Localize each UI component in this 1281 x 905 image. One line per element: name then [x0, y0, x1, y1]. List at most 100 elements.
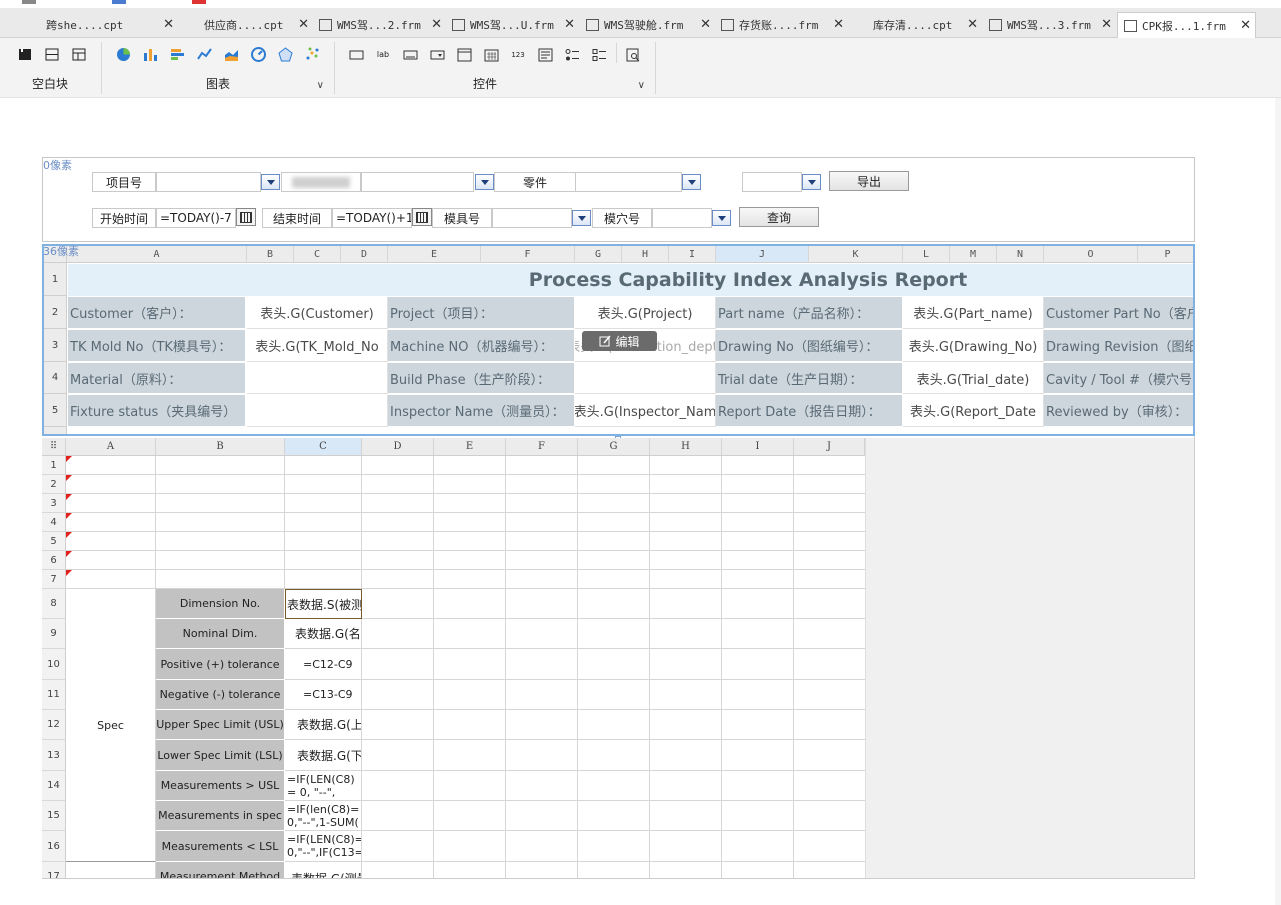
- tab-close-icon[interactable]: ✕: [1240, 18, 1251, 33]
- line-chart-icon[interactable]: [196, 47, 212, 62]
- cavity-input[interactable]: [652, 208, 712, 228]
- material-value[interactable]: [247, 363, 388, 394]
- customer-value[interactable]: 表头.G(Customer): [247, 297, 388, 329]
- end-time-input[interactable]: =TODAY()+1: [332, 208, 412, 228]
- col-header-h[interactable]: H: [622, 246, 669, 263]
- drawing-no-label[interactable]: Drawing No（图纸编号）：: [716, 330, 903, 362]
- mold-dropdown-button[interactable]: [572, 210, 591, 226]
- trial-date-value[interactable]: 表头.G(Trial_date): [903, 363, 1044, 394]
- col-header-d[interactable]: D: [341, 246, 388, 263]
- tab-close-icon[interactable]: ✕: [967, 17, 978, 32]
- grid-block-icon[interactable]: [71, 47, 87, 62]
- row-header-2[interactable]: 2: [44, 296, 67, 329]
- query-button[interactable]: 查询: [739, 207, 819, 227]
- tab-0[interactable]: 跨she....cpt ✕: [22, 12, 178, 469]
- project-dropdown-button[interactable]: [261, 174, 280, 190]
- report-date-value[interactable]: 表头.G(Report_Date: [903, 395, 1044, 427]
- material-label[interactable]: Material（原料）：: [68, 363, 246, 394]
- tab-close-icon[interactable]: ✕: [163, 17, 174, 32]
- link-icon[interactable]: [112, 0, 126, 4]
- col-header-f[interactable]: F: [481, 246, 575, 263]
- inspector-label[interactable]: Inspector Name（测量员）：: [388, 395, 575, 427]
- date-picker-icon[interactable]: [483, 47, 499, 62]
- listbox-icon[interactable]: [456, 47, 472, 62]
- machine-no-label[interactable]: Machine NO（机器编号）：: [388, 330, 575, 362]
- drawing-no-value[interactable]: 表头.G(Drawing_No): [903, 330, 1044, 362]
- secondary-dropdown-button[interactable]: [475, 174, 494, 190]
- col-header-k[interactable]: K: [809, 246, 903, 263]
- customer-part-label[interactable]: Customer Part No（客户: [1044, 297, 1193, 329]
- fixture-status-label[interactable]: Fixture status（夹具编号）: [68, 395, 246, 427]
- col-header-l[interactable]: L: [903, 246, 950, 263]
- label-icon[interactable]: lab: [375, 47, 391, 62]
- search-widget-icon[interactable]: [625, 47, 641, 62]
- part-name-label[interactable]: Part name（产品名称）：: [716, 297, 903, 329]
- mold-no-value[interactable]: 表头.G(TK_Mold_No: [247, 330, 388, 362]
- col-header-g[interactable]: G: [575, 246, 622, 263]
- mold-input[interactable]: [492, 208, 572, 228]
- tab-4[interactable]: WMS驾驶舱.frm ✕: [580, 12, 715, 38]
- project-input[interactable]: [156, 172, 261, 192]
- build-phase-label[interactable]: Build Phase（生产阶段）：: [388, 363, 575, 394]
- input-icon[interactable]: [402, 47, 418, 62]
- scatter-chart-icon[interactable]: [304, 47, 320, 62]
- inspector-value[interactable]: 表头.G(Inspector_Nam: [575, 395, 716, 427]
- textbox-icon[interactable]: [348, 47, 364, 62]
- col-header-j[interactable]: J: [716, 246, 809, 263]
- gauge-chart-icon[interactable]: [250, 47, 266, 62]
- report-title[interactable]: Process Capability Index Analysis Report: [68, 264, 1193, 296]
- blank-input[interactable]: [742, 172, 802, 192]
- split-block-icon[interactable]: [44, 47, 60, 62]
- tab-6[interactable]: 库存清....cpt ✕: [849, 12, 982, 469]
- chevron-down-icon[interactable]: ∨: [638, 80, 645, 91]
- tab-3[interactable]: WMS驾...U.frm ✕: [446, 12, 579, 38]
- radio-group-icon[interactable]: [564, 47, 580, 62]
- end-calendar-icon[interactable]: [412, 208, 432, 226]
- col-header-o[interactable]: O: [1044, 246, 1138, 263]
- fixture-status-value[interactable]: [247, 395, 388, 427]
- col-header-b[interactable]: B: [247, 246, 294, 263]
- hbar-chart-icon[interactable]: [169, 47, 185, 62]
- tab-5[interactable]: 存货账....frm ✕: [715, 12, 848, 38]
- col-header-i[interactable]: I: [669, 246, 716, 263]
- edit-button[interactable]: 编辑: [582, 331, 657, 351]
- row-header-4[interactable]: 4: [44, 362, 67, 394]
- chevron-down-icon[interactable]: ∨: [317, 80, 324, 91]
- pie-chart-icon[interactable]: [115, 47, 131, 62]
- mold-no-label[interactable]: TK Mold No（TK模具号）：: [68, 330, 246, 362]
- col-header-n[interactable]: N: [997, 246, 1044, 263]
- radar-chart-icon[interactable]: [277, 47, 293, 62]
- build-phase-value[interactable]: [575, 363, 716, 394]
- tab-close-icon[interactable]: ✕: [700, 17, 711, 32]
- blank-dropdown-button[interactable]: [802, 174, 821, 190]
- tab-close-icon[interactable]: ✕: [298, 17, 309, 32]
- bar-chart-icon[interactable]: [142, 47, 158, 62]
- col-header-m[interactable]: M: [950, 246, 997, 263]
- customer-label[interactable]: Customer（客户）：: [68, 297, 246, 329]
- part-name-value[interactable]: 表头.G(Part_name): [903, 297, 1044, 329]
- textarea-icon[interactable]: [537, 47, 553, 62]
- project-header-label[interactable]: Project（项目）：: [388, 297, 575, 329]
- reviewed-by-label[interactable]: Reviewed by（审核）：: [1044, 395, 1193, 427]
- tab-close-icon[interactable]: ✕: [431, 17, 442, 32]
- row-header-5[interactable]: 5: [44, 394, 67, 427]
- area-chart-icon[interactable]: [223, 47, 239, 62]
- cavity-dropdown-button[interactable]: [712, 210, 731, 226]
- combobox-icon[interactable]: [429, 47, 445, 62]
- col-header-a[interactable]: A: [67, 246, 247, 263]
- export-button[interactable]: 导出: [829, 171, 909, 191]
- tab-1[interactable]: 供应商....cpt ✕: [180, 12, 313, 469]
- close-icon[interactable]: [192, 0, 206, 4]
- tab-close-icon[interactable]: ✕: [1101, 17, 1112, 32]
- project-value[interactable]: 表头.G(Project): [575, 297, 716, 329]
- secondary-input[interactable]: [361, 172, 474, 192]
- trial-date-label[interactable]: Trial date（生产日期）：: [716, 363, 903, 394]
- vertical-scrollbar[interactable]: [1275, 98, 1281, 905]
- part-input[interactable]: [575, 172, 682, 192]
- drawing-revision-label[interactable]: Drawing Revision（图纸: [1044, 330, 1193, 362]
- col-header-e[interactable]: E: [388, 246, 481, 263]
- part-dropdown-button[interactable]: [682, 174, 701, 190]
- tab-close-icon[interactable]: ✕: [833, 17, 844, 32]
- start-calendar-icon[interactable]: [236, 208, 256, 226]
- tab-2[interactable]: WMS驾...2.frm ✕: [313, 12, 446, 38]
